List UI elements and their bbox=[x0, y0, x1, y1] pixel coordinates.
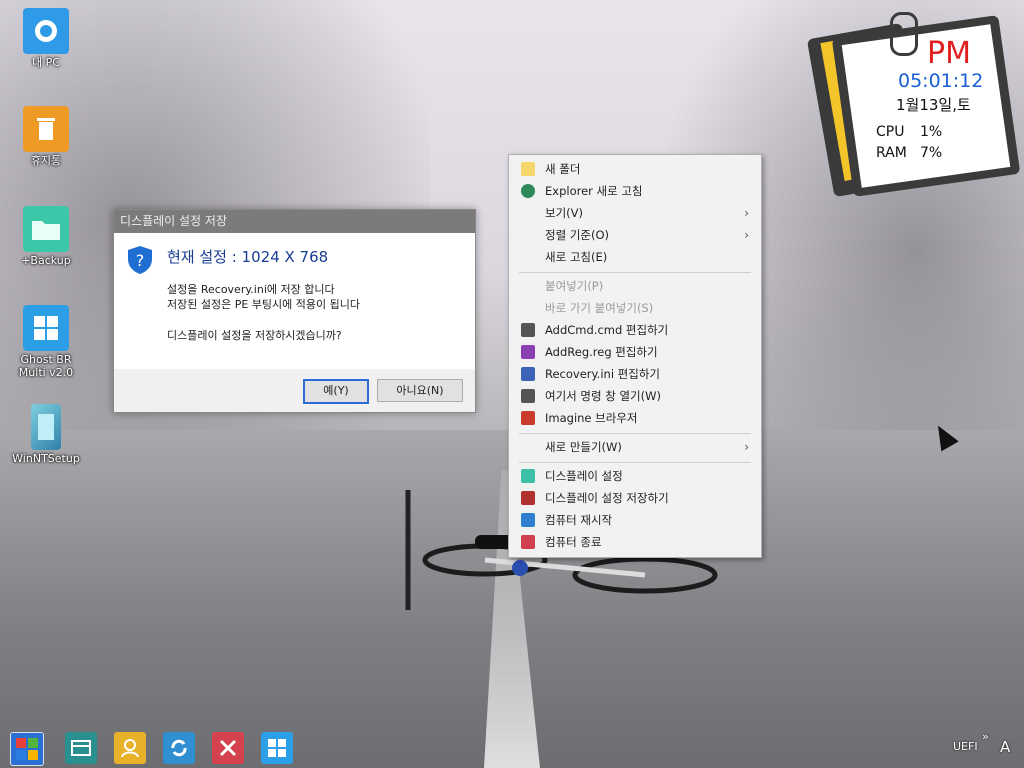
yes-button[interactable]: 예(Y) bbox=[303, 379, 369, 404]
dialog-body: ? 현재 설정 : 1024 X 768 설정을 Recovery.ini에 저… bbox=[114, 233, 475, 369]
taskbar-user-button[interactable] bbox=[114, 732, 146, 764]
windows-icon bbox=[268, 739, 286, 757]
menu-item-open-cmd[interactable]: 여기서 명령 창 열기(W) bbox=[511, 385, 759, 407]
svg-text:?: ? bbox=[136, 251, 145, 270]
registry-icon bbox=[521, 345, 535, 359]
user-icon bbox=[121, 739, 139, 758]
paperclip-icon bbox=[890, 12, 918, 56]
ram-label: RAM bbox=[876, 145, 907, 161]
windows-icon bbox=[23, 305, 69, 351]
menu-item-new[interactable]: 새로 만들기(W) › bbox=[511, 436, 759, 458]
ram-value: 7% bbox=[920, 145, 943, 161]
taskbar-windows-button[interactable] bbox=[261, 732, 293, 764]
menu-item-edit-recovery[interactable]: Recovery.ini 편집하기 bbox=[511, 363, 759, 385]
desktop-context-menu: 새 폴더 Explorer 새로 고침 보기(V) › 정렬 기준(O) › 새… bbox=[508, 154, 762, 558]
clock-time: 05:01:12 bbox=[898, 70, 984, 92]
ime-indicator[interactable]: A bbox=[1000, 738, 1010, 756]
desktop-icon-label: 휴지통 bbox=[30, 154, 62, 167]
dialog-message-line1: 설정을 Recovery.ini에 저장 합니다 bbox=[167, 283, 335, 296]
desktop-icon-label: 내 PC bbox=[32, 56, 60, 69]
menu-item-explorer-refresh[interactable]: Explorer 새로 고침 bbox=[511, 180, 759, 202]
tray-expand-icon[interactable]: » bbox=[982, 730, 989, 743]
dialog-heading: 현재 설정 : 1024 X 768 bbox=[167, 248, 329, 266]
notepad-icon bbox=[521, 367, 535, 381]
refresh-icon bbox=[521, 184, 535, 198]
desktop-icon-label: Ghost BR Multi v2.0 bbox=[18, 353, 74, 379]
folder-icon bbox=[521, 162, 535, 176]
cpu-value: 1% bbox=[920, 124, 943, 140]
menu-separator bbox=[519, 462, 751, 463]
taskbar-shutdown-button[interactable] bbox=[212, 732, 244, 764]
display-save-icon bbox=[521, 491, 535, 505]
no-button[interactable]: 아니요(N) bbox=[377, 379, 463, 402]
chevron-right-icon: › bbox=[744, 228, 749, 242]
start-icon bbox=[16, 738, 38, 760]
menu-item-shutdown[interactable]: 컴퓨터 종료 bbox=[511, 531, 759, 553]
question-shield-icon: ? bbox=[128, 246, 152, 274]
desktop-icon-winntsetup[interactable]: WinNTSetup bbox=[9, 404, 83, 465]
menu-item-save-display-settings[interactable]: 디스플레이 설정 저장하기 bbox=[511, 487, 759, 509]
menu-item-display-settings[interactable]: 디스플레이 설정 bbox=[511, 465, 759, 487]
menu-separator bbox=[519, 272, 751, 273]
dialog-title: 디스플레이 설정 저장 bbox=[114, 210, 475, 233]
folder-icon bbox=[23, 206, 69, 252]
dialog-footer: 예(Y) 아니요(N) bbox=[114, 369, 475, 412]
dialog-message-line2: 저장된 설정은 PE 부팅시에 적용이 됩니다 bbox=[167, 298, 360, 311]
desktop-icon-backup[interactable]: +Backup bbox=[9, 206, 83, 267]
cmd-icon bbox=[521, 389, 535, 403]
chevron-right-icon: › bbox=[744, 206, 749, 220]
display-icon bbox=[521, 469, 535, 483]
menu-item-imagine[interactable]: Imagine 브라우저 bbox=[511, 407, 759, 429]
menu-item-edit-addcmd[interactable]: AddCmd.cmd 편집하기 bbox=[511, 319, 759, 341]
menu-item-edit-addreg[interactable]: AddReg.reg 편집하기 bbox=[511, 341, 759, 363]
restart-icon bbox=[521, 513, 535, 527]
close-x-icon bbox=[219, 739, 237, 757]
shutdown-icon bbox=[521, 535, 535, 549]
menu-separator bbox=[519, 433, 751, 434]
tray-uefi: UEFI bbox=[953, 740, 978, 753]
desktop-icon-label: +Backup bbox=[21, 254, 71, 267]
taskbar-restart-button[interactable] bbox=[163, 732, 195, 764]
recycle-bin-icon bbox=[23, 106, 69, 152]
clock-widget: PM 05:01:12 1월13일,토 CPU 1% RAM 7% bbox=[806, 12, 1021, 198]
clock-date: 1월13일,토 bbox=[896, 96, 971, 114]
taskbar-window-button[interactable] bbox=[65, 732, 97, 764]
window-icon bbox=[71, 740, 91, 756]
start-button[interactable] bbox=[10, 732, 44, 766]
taskbar: UEFI » A bbox=[0, 730, 1024, 768]
cmd-icon bbox=[521, 323, 535, 337]
restart-icon bbox=[171, 739, 187, 757]
save-display-settings-dialog: 디스플레이 설정 저장 ? 현재 설정 : 1024 X 768 설정을 Rec… bbox=[113, 209, 476, 413]
menu-item-refresh[interactable]: 새로 고침(E) bbox=[511, 246, 759, 268]
desktop-icon-recycle-bin[interactable]: 휴지통 bbox=[9, 106, 83, 167]
menu-item-view[interactable]: 보기(V) › bbox=[511, 202, 759, 224]
menu-item-sort-by[interactable]: 정렬 기준(O) › bbox=[511, 224, 759, 246]
chevron-right-icon: › bbox=[744, 440, 749, 454]
menu-item-restart[interactable]: 컴퓨터 재시작 bbox=[511, 509, 759, 531]
this-pc-icon bbox=[23, 8, 69, 54]
imagine-icon bbox=[521, 411, 535, 425]
cpu-label: CPU bbox=[876, 124, 905, 140]
setup-icon bbox=[31, 404, 61, 450]
menu-item-paste[interactable]: 붙여넣기(P) bbox=[511, 275, 759, 297]
desktop-icon-ghost-br[interactable]: Ghost BR Multi v2.0 bbox=[9, 305, 83, 379]
dialog-question: 디스플레이 설정을 저장하시겠습니까? bbox=[167, 329, 342, 342]
menu-item-paste-shortcut[interactable]: 바로 가기 붙여넣기(S) bbox=[511, 297, 759, 319]
menu-item-new-folder[interactable]: 새 폴더 bbox=[511, 158, 759, 180]
clock-ampm: PM bbox=[927, 36, 971, 71]
desktop-icon-label: WinNTSetup bbox=[12, 452, 80, 465]
desktop-icon-this-pc[interactable]: 내 PC bbox=[9, 8, 83, 69]
